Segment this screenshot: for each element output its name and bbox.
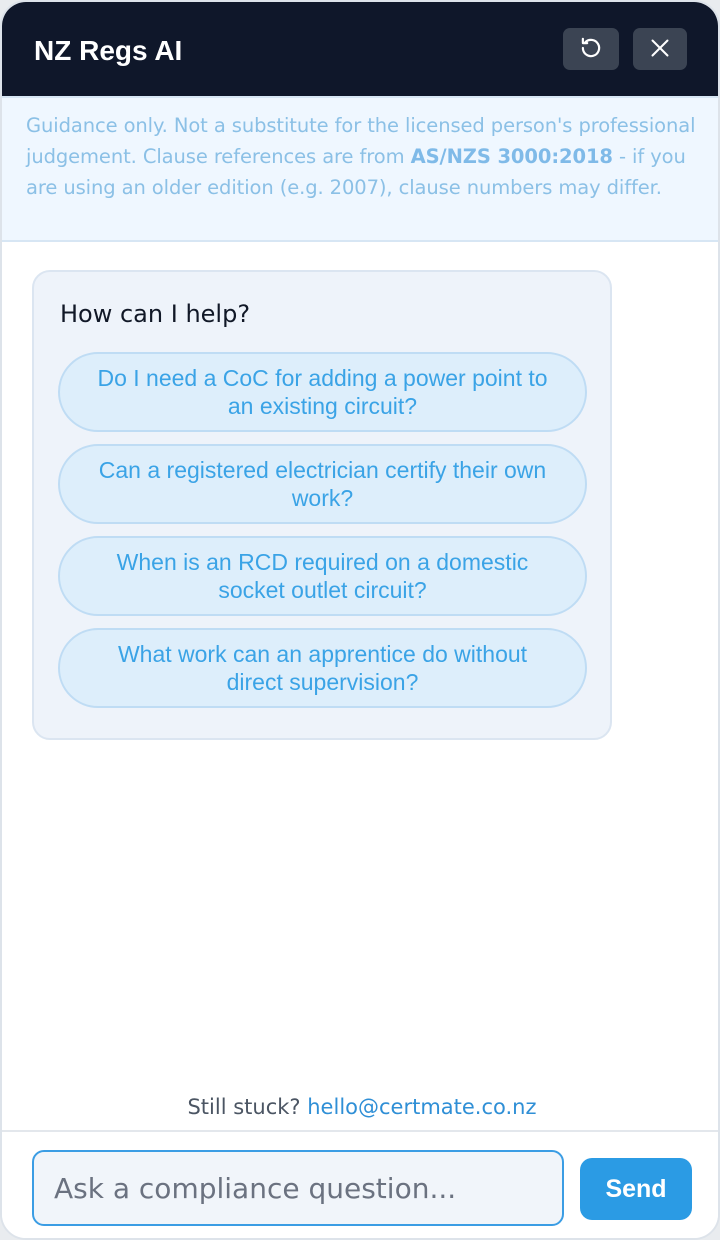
app-title: NZ Regs AI — [34, 35, 183, 66]
guidance-notice: Guidance only. Not a substitute for the … — [2, 96, 718, 242]
close-button[interactable] — [633, 28, 687, 70]
welcome-card: How can I help? Do I need a CoC for addi… — [32, 270, 612, 740]
support-email-link[interactable]: hello@certmate.co.nz — [307, 1095, 536, 1119]
close-icon — [648, 36, 672, 63]
suggestion-chip[interactable]: When is an RCD required on a domestic so… — [58, 536, 587, 616]
chat-panel: NZ Regs AI Guidance only. Not a substitu… — [0, 0, 720, 1240]
suggestion-chip[interactable]: Can a registered electrician certify the… — [58, 444, 587, 524]
question-input[interactable] — [32, 1150, 564, 1226]
refresh-button[interactable] — [563, 28, 619, 70]
suggestion-chip[interactable]: What work can an apprentice do without d… — [58, 628, 587, 708]
notice-standard: AS/NZS 3000:2018 — [410, 145, 613, 168]
stuck-text: Still stuck? — [187, 1095, 301, 1119]
suggestion-chip[interactable]: Do I need a CoC for adding a power point… — [58, 352, 587, 432]
chat-header: NZ Regs AI — [2, 2, 718, 96]
help-footer: Still stuck? hello@certmate.co.nz — [2, 1092, 718, 1122]
message-composer: Send — [2, 1130, 718, 1238]
card-title: How can I help? — [60, 300, 251, 328]
refresh-icon — [578, 35, 604, 64]
send-button[interactable]: Send — [580, 1158, 692, 1220]
